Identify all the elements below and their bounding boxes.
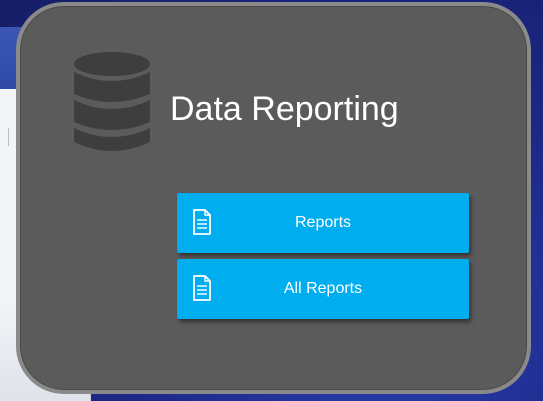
database-icon bbox=[74, 52, 150, 151]
data-reporting-panel: Data Reporting Reports All Reports bbox=[16, 2, 531, 394]
background-divider bbox=[8, 128, 9, 146]
panel-title: Data Reporting bbox=[170, 90, 399, 128]
all-reports-button[interactable]: All Reports bbox=[177, 259, 469, 319]
reports-button[interactable]: Reports bbox=[177, 193, 469, 253]
reports-button-label: Reports bbox=[294, 214, 352, 231]
all-reports-button-label: All Reports bbox=[283, 280, 363, 297]
